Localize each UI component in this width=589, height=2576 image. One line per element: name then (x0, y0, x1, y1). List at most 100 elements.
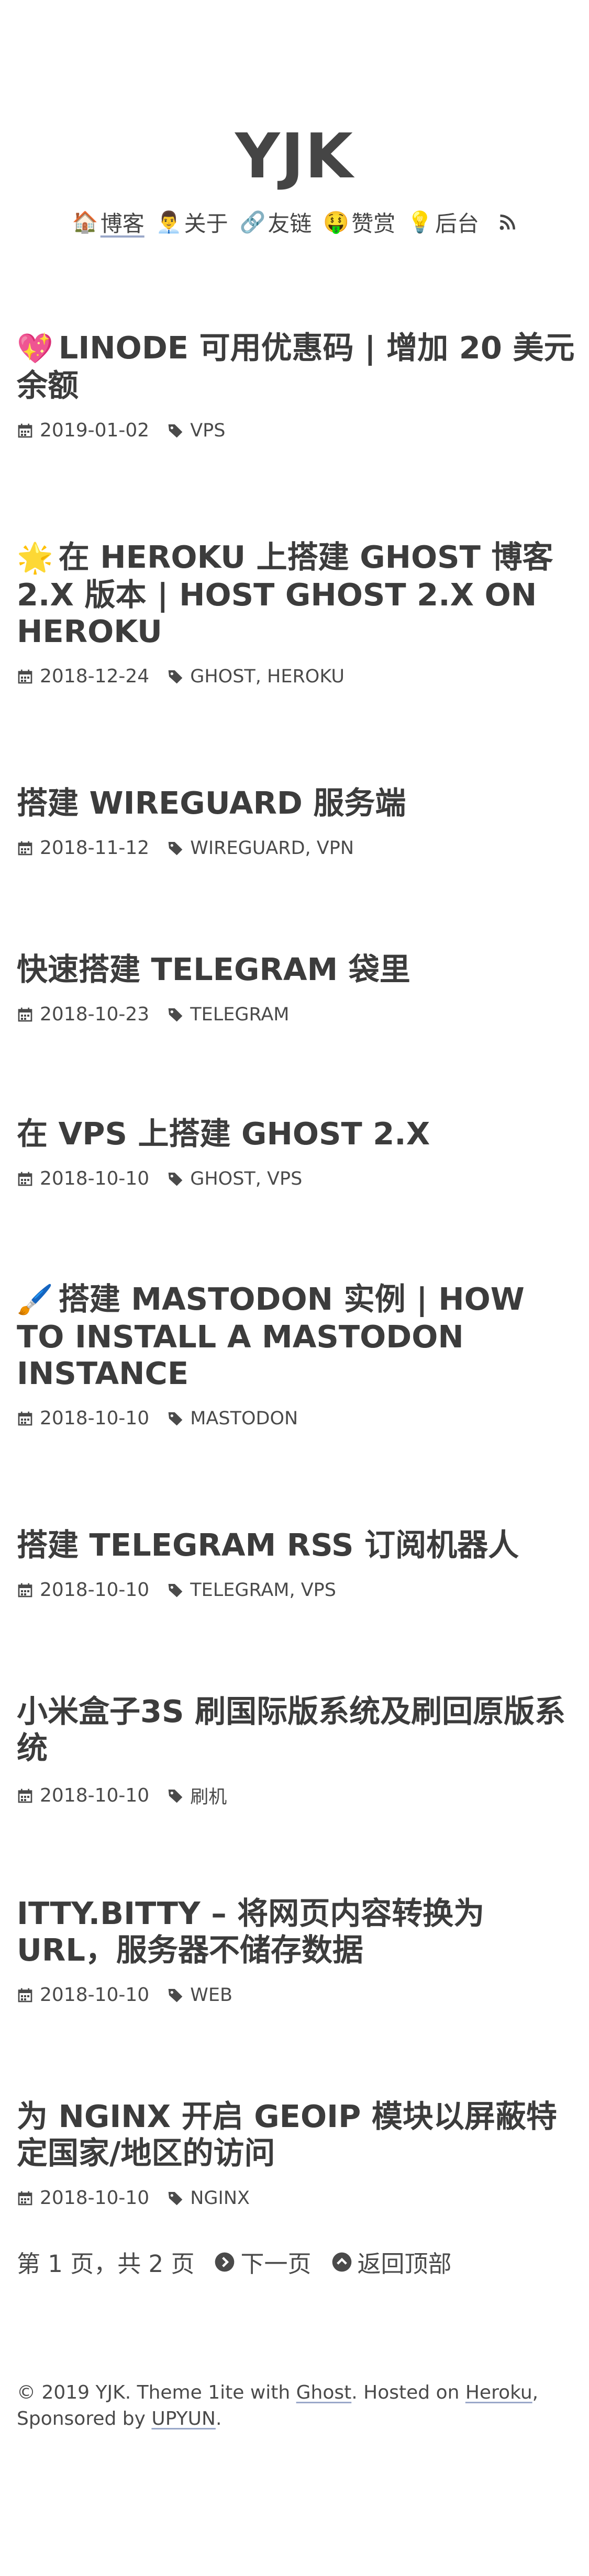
tag-icon (168, 1583, 183, 1597)
post-date: 2018-10-10 (40, 2187, 150, 2209)
post-title[interactable]: 🖌️ 搭建 MASTODON 实例 | HOW TO INSTALL A MAST… (17, 1281, 577, 1392)
calendar-icon (18, 669, 32, 683)
post-tags[interactable]: GHOST, VPS (190, 1168, 302, 1189)
post-meta: 2018-10-10 WEB (17, 1984, 577, 2006)
post-title-text: 搭建 MASTODON 实例 | HOW TO INSTALL A MASTOD… (17, 1281, 525, 1391)
tag-icon (168, 1008, 183, 1021)
post-title[interactable]: 💖 LINODE 可用优惠码 | 增加 20 美元余额 (17, 330, 577, 404)
tag-icon (168, 841, 183, 855)
tag-icon (168, 670, 183, 683)
post-meta: 2018-11-12 WIREGUARD, VPN (17, 837, 577, 859)
nav-label: 友链 (268, 211, 312, 237)
post-title-text: 搭建 WIREGUARD 服务端 (17, 785, 406, 821)
nav-label: 后台 (435, 211, 480, 237)
nav-label: 赞赏 (351, 211, 396, 237)
calendar-icon (18, 2191, 32, 2205)
post-tags[interactable]: VPS (190, 420, 225, 441)
calendar-icon (18, 1411, 32, 1425)
post-title[interactable]: 搭建 TELEGRAM RSS 订阅机器人 (17, 1527, 577, 1563)
tag-icon (168, 1412, 183, 1425)
next-page-link[interactable]: 下一页 (214, 2245, 312, 2279)
tag-link[interactable]: MASTODON (190, 1408, 298, 1429)
post-meta: 2018-10-10 刷机 (17, 1782, 577, 1809)
nav-item-links[interactable]: 🔗 友链 (240, 206, 312, 238)
tag-icon (168, 1988, 183, 2002)
calendar-icon (18, 1007, 32, 1021)
site-title[interactable]: YJK (235, 119, 354, 193)
post-item: 小米盒子3S 刷国际版系统及刷回原版系统 2018-10-10 刷机 (17, 1693, 577, 1809)
nav-item-blog[interactable]: 🏠 博客 (72, 206, 145, 238)
post-title-text: 搭建 TELEGRAM RSS 订阅机器人 (17, 1527, 519, 1563)
post-tags[interactable]: WIREGUARD, VPN (190, 838, 354, 859)
rss-icon[interactable] (498, 213, 517, 232)
post-title[interactable]: 为 NGINX 开启 GEOIP 模块以屏蔽特定国家/地区的访问 (17, 2098, 577, 2172)
post-tags[interactable]: TELEGRAM, VPS (190, 1580, 336, 1601)
post-title-text: 为 NGINX 开启 GEOIP 模块以屏蔽特定国家/地区的访问 (17, 2098, 557, 2171)
tag-link[interactable]: VPS (190, 420, 225, 441)
post-tags[interactable]: MASTODON (190, 1408, 298, 1429)
money-face-icon: 🤑 (323, 210, 350, 234)
post-date: 2018-10-10 (40, 1408, 150, 1429)
tag-link[interactable]: TELEGRAM, VPS (190, 1580, 336, 1601)
post-item: 💖 LINODE 可用优惠码 | 增加 20 美元余额 2019-01-02 VP… (17, 330, 577, 441)
nav-item-admin[interactable]: 💡 后台 (407, 206, 479, 238)
main-nav: 🏠 博客 👨‍💼 关于 🔗 友链 🤑 赞赏 💡 后台 (0, 206, 589, 238)
post-date: 2018-10-10 (40, 1984, 150, 2006)
tag-link[interactable]: TELEGRAM (190, 1004, 289, 1025)
sparkling-heart-icon: 💖 (17, 332, 53, 366)
post-date: 2018-10-10 (40, 1168, 150, 1189)
tag-link[interactable]: GHOST, VPS (190, 1168, 302, 1189)
footer-text: . (215, 2408, 222, 2429)
post-title[interactable]: 小米盒子3S 刷国际版系统及刷回原版系统 (17, 1693, 577, 1767)
tag-icon (168, 1789, 183, 1803)
site-header: YJK 🏠 博客 👨‍💼 关于 🔗 友链 🤑 赞赏 💡 后台 (0, 0, 589, 238)
post-meta: 2018-10-10 NGINX (17, 2187, 577, 2209)
post-title[interactable]: 在 VPS 上搭建 GHOST 2.X (17, 1116, 577, 1152)
heroku-link[interactable]: Heroku (465, 2382, 532, 2403)
post-title-text: 快速搭建 TELEGRAM 袋里 (17, 951, 410, 987)
post-title[interactable]: ITTY.BITTY – 将网页内容转换为 URL，服务器不储存数据 (17, 1895, 577, 1968)
post-item: 🌟 在 HEROKU 上搭建 GHOST 博客 2.X 版本 | HOST GHO… (17, 539, 577, 687)
post-tags[interactable]: 刷机 (190, 1782, 227, 1809)
post-date: 2018-11-12 (40, 837, 150, 859)
ghost-link[interactable]: Ghost (296, 2382, 352, 2403)
nav-item-about[interactable]: 👨‍💼 关于 (156, 206, 228, 238)
post-tags[interactable]: TELEGRAM (190, 1004, 289, 1025)
tag-link[interactable]: WEB (190, 1985, 232, 2006)
chevron-right-circle-icon (215, 2252, 235, 2271)
calendar-icon (18, 423, 32, 437)
post-title[interactable]: 搭建 WIREGUARD 服务端 (17, 785, 577, 822)
post-tags[interactable]: NGINX (190, 2188, 250, 2209)
calendar-icon (18, 1788, 32, 1803)
footer-text: . Hosted on (351, 2382, 465, 2403)
tag-link[interactable]: 刷机 (190, 1787, 227, 1808)
post-meta: 2018-10-10 TELEGRAM, VPS (17, 1579, 577, 1601)
tag-link[interactable]: NGINX (190, 2188, 250, 2209)
tag-link[interactable]: GHOST, HEROKU (190, 666, 344, 687)
back-to-top-link[interactable]: 返回顶部 (331, 2245, 452, 2279)
post-item: 🖌️ 搭建 MASTODON 实例 | HOW TO INSTALL A MAST… (17, 1281, 577, 1429)
post-title[interactable]: 🌟 在 HEROKU 上搭建 GHOST 博客 2.X 版本 | HOST GHO… (17, 539, 577, 650)
post-meta: 2018-10-10 MASTODON (17, 1408, 577, 1429)
upyun-link[interactable]: UPYUN (151, 2408, 216, 2429)
post-title-text: ITTY.BITTY – 将网页内容转换为 URL，服务器不储存数据 (17, 1895, 485, 1968)
glowing-star-icon: 🌟 (17, 541, 53, 575)
tag-icon (168, 1172, 183, 1186)
nav-item-donate[interactable]: 🤑 赞赏 (323, 206, 395, 238)
nav-label: 博客 (100, 211, 145, 237)
tag-icon (168, 424, 183, 437)
post-tags[interactable]: GHOST, HEROKU (190, 666, 344, 687)
post-item: 快速搭建 TELEGRAM 袋里 2018-10-23 TELEGRAM (17, 951, 577, 1025)
lightbulb-icon: 💡 (407, 210, 434, 234)
post-tags[interactable]: WEB (190, 1985, 232, 2006)
page-status: 第 1 页，共 2 页 (17, 2250, 195, 2278)
post-date: 2019-01-02 (40, 420, 150, 441)
link-icon: 🔗 (239, 210, 266, 234)
post-title[interactable]: 快速搭建 TELEGRAM 袋里 (17, 951, 577, 988)
post-date: 2018-12-24 (40, 666, 150, 687)
calendar-icon (18, 841, 32, 855)
calendar-icon (18, 1583, 32, 1597)
tag-link[interactable]: WIREGUARD, VPN (190, 838, 354, 859)
chevron-up-circle-icon (332, 2252, 351, 2271)
post-meta: 2019-01-02 VPS (17, 420, 577, 441)
